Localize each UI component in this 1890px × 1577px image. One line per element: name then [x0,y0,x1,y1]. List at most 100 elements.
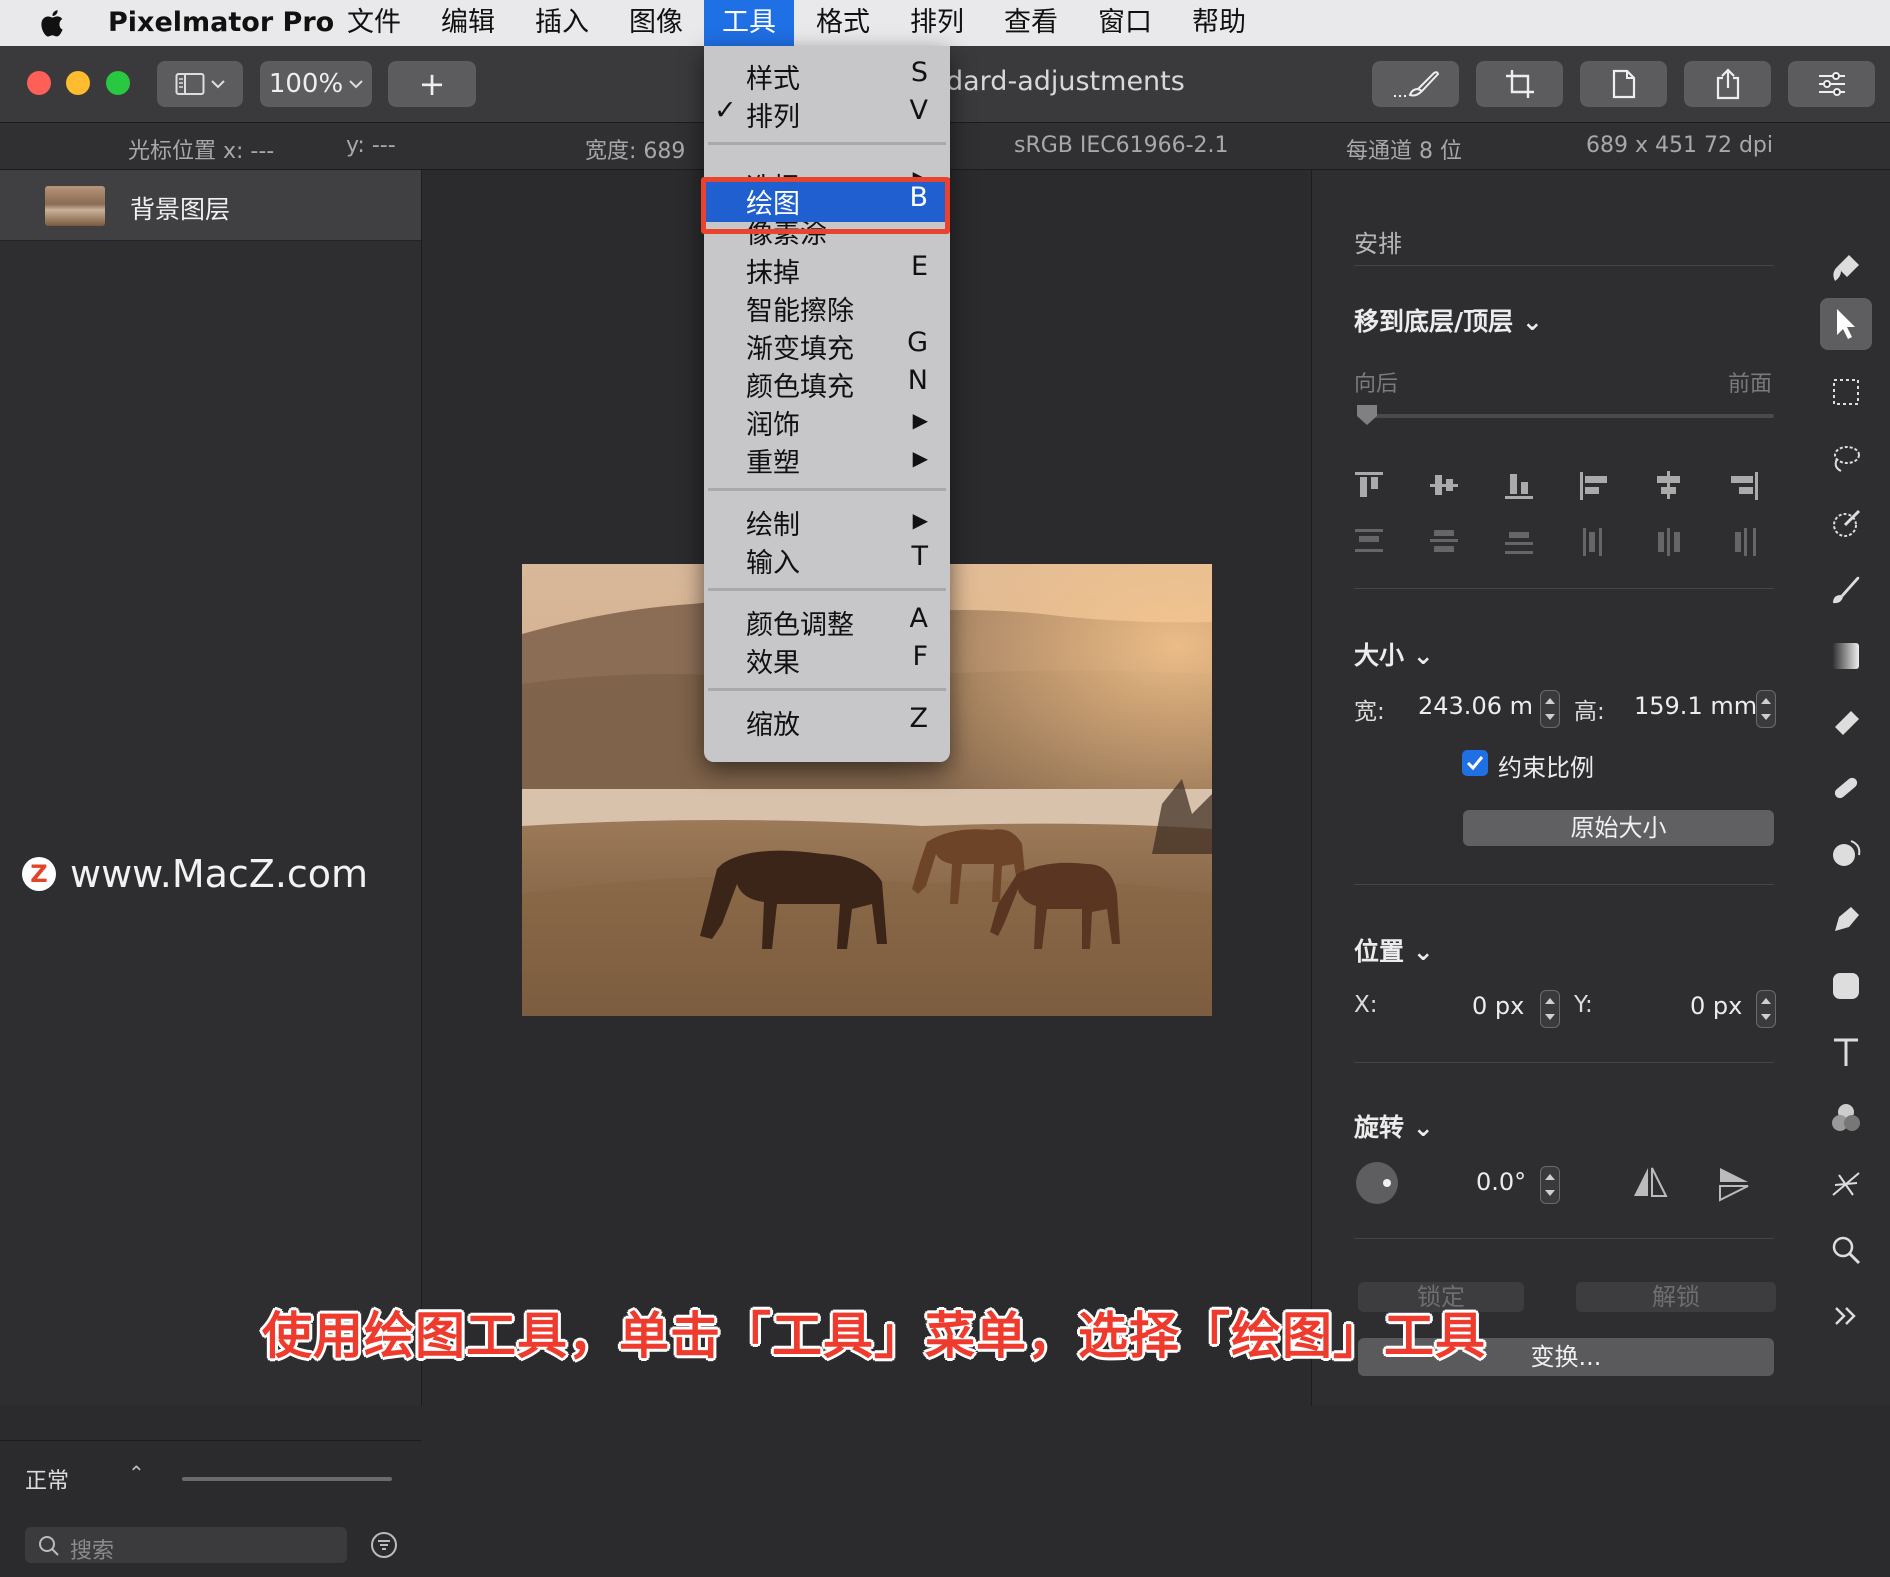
rotation-stepper[interactable] [1540,1166,1560,1204]
menu-item-style[interactable]: 样式 S [704,56,950,95]
align-top-icon[interactable] [1352,470,1386,500]
document-button[interactable] [1580,61,1667,107]
align-left-icon[interactable] [1577,470,1611,500]
lasso-tool[interactable] [1820,432,1872,484]
distribute-vcenter-icon[interactable] [1427,526,1461,556]
menu-item-erase[interactable]: 抹掉 E [704,250,950,289]
menu-item-effects[interactable]: 效果 F [704,640,950,679]
flip-horizontal-icon[interactable] [1630,1164,1670,1200]
blend-mode-select[interactable]: 正常 [25,1463,69,1495]
minimize-window-button[interactable] [66,71,90,95]
layer-thumbnail [45,186,105,226]
marquee-icon [1833,379,1859,405]
position-section-header[interactable]: 位置 ⌄ [1354,932,1434,968]
align-hcenter-icon[interactable] [1652,470,1686,500]
width-stepper[interactable] [1540,690,1560,728]
menu-item-draw[interactable]: 绘制 ▶ [704,502,950,541]
apple-icon[interactable] [40,8,66,38]
menu-file[interactable]: 文件 [329,0,419,46]
zoom-tool[interactable] [1820,1224,1872,1276]
menu-item-select[interactable]: 选择▶ [704,154,950,178]
rounded-square-icon [1833,973,1859,999]
move-to-back-front-dropdown[interactable]: 移到底层/顶层 ⌄ [1354,302,1543,338]
rotation-dial[interactable] [1354,1160,1400,1206]
height-field[interactable]: 159.1 mm [1634,692,1757,720]
width-field[interactable]: 243.06 m [1418,692,1533,720]
original-size-button[interactable]: 原始大小 [1463,810,1774,846]
retouch-tool[interactable] [1820,762,1872,814]
menu-item-arrange[interactable]: ✓ 排列 V [704,94,950,133]
arrange-tool[interactable] [1820,298,1872,350]
share-button[interactable] [1684,61,1771,107]
constrain-checkbox[interactable] [1462,750,1488,776]
y-field[interactable]: 0 px [1690,992,1742,1020]
opacity-slider[interactable] [182,1477,392,1481]
filter-icon[interactable] [370,1531,398,1559]
align-right-icon[interactable] [1727,470,1761,500]
arrange-slider-track[interactable] [1360,414,1774,418]
quick-select-tool[interactable] [1820,498,1872,550]
menu-arrange[interactable]: 排列 [892,0,982,46]
style-button[interactable] [1372,61,1459,107]
menu-item-type[interactable]: 输入 T [704,540,950,579]
distribute-right-icon[interactable] [1727,526,1761,556]
menu-item-color-fill[interactable]: 颜色填充 N [704,364,950,403]
menu-item-retouch[interactable]: 润饰 ▶ [704,402,950,441]
menu-item-smart-erase[interactable]: 智能擦除 [704,288,950,327]
rotation-field[interactable]: 0.0° [1476,1168,1526,1196]
menu-tools[interactable]: 工具 [704,0,794,46]
app-name-menu[interactable]: Pixelmator Pro [90,0,352,46]
sliders-icon [1818,72,1845,96]
erase-tool[interactable] [1820,696,1872,748]
layers-bottom-bar: 正常 ⌃ 搜索 [0,1440,421,1577]
unlock-button[interactable]: 解锁 [1576,1282,1776,1312]
paint-tool[interactable] [1820,564,1872,616]
menu-insert[interactable]: 插入 [517,0,607,46]
arrange-slider-knob[interactable] [1356,404,1378,426]
menu-help[interactable]: 帮助 [1174,0,1264,46]
add-button[interactable]: + [388,61,476,107]
distribute-left-icon[interactable] [1577,526,1611,556]
menu-item-gradient[interactable]: 渐变填充 G [704,326,950,365]
menu-window[interactable]: 窗口 [1080,0,1170,46]
x-stepper[interactable] [1540,990,1560,1028]
shape-tool[interactable] [1820,960,1872,1012]
menu-item-distort[interactable]: 重塑 ▶ [704,440,950,479]
rotate-section-header[interactable]: 旋转 ⌄ [1354,1108,1434,1144]
style-tool[interactable] [1820,242,1872,294]
height-stepper[interactable] [1756,690,1776,728]
watermark-text: www.MacZ.com [70,852,369,896]
distribute-top-icon[interactable] [1352,526,1386,556]
type-tool[interactable] [1820,1026,1872,1078]
sidebar-toggle-button[interactable] [157,61,243,107]
more-tools-button[interactable] [1820,1290,1872,1342]
close-window-button[interactable] [27,71,51,95]
cursor-x-readout: 光标位置 x: --- [128,139,275,164]
menu-image[interactable]: 图像 [611,0,701,46]
zoom-dropdown[interactable]: 100% [260,61,372,107]
distribute-bottom-icon[interactable] [1502,526,1536,556]
gradient-tool[interactable] [1820,630,1872,682]
distribute-hcenter-icon[interactable] [1652,526,1686,556]
menu-item-color-adjust[interactable]: 颜色调整 A [704,602,950,641]
x-field[interactable]: 0 px [1472,992,1524,1020]
pen-tool[interactable] [1820,894,1872,946]
layer-row[interactable]: 背景图层 [0,170,421,241]
sidebar-icon [175,73,205,95]
zoom-window-button[interactable] [106,71,130,95]
align-vcenter-icon[interactable] [1427,470,1461,500]
align-bottom-icon[interactable] [1502,470,1536,500]
color-adjust-tool[interactable] [1820,1092,1872,1144]
effects-tool[interactable] [1820,1158,1872,1210]
flip-vertical-icon[interactable] [1716,1164,1752,1204]
crop-button[interactable] [1476,61,1563,107]
menu-item-zoom[interactable]: 缩放 Z [704,702,950,741]
rect-select-tool[interactable] [1820,366,1872,418]
adjustments-button[interactable] [1788,61,1875,107]
y-stepper[interactable] [1756,990,1776,1028]
menu-edit[interactable]: 编辑 [423,0,513,46]
size-section-header[interactable]: 大小 ⌄ [1354,636,1434,672]
distort-tool[interactable] [1820,828,1872,880]
menu-format[interactable]: 格式 [798,0,888,46]
menu-view[interactable]: 查看 [986,0,1076,46]
